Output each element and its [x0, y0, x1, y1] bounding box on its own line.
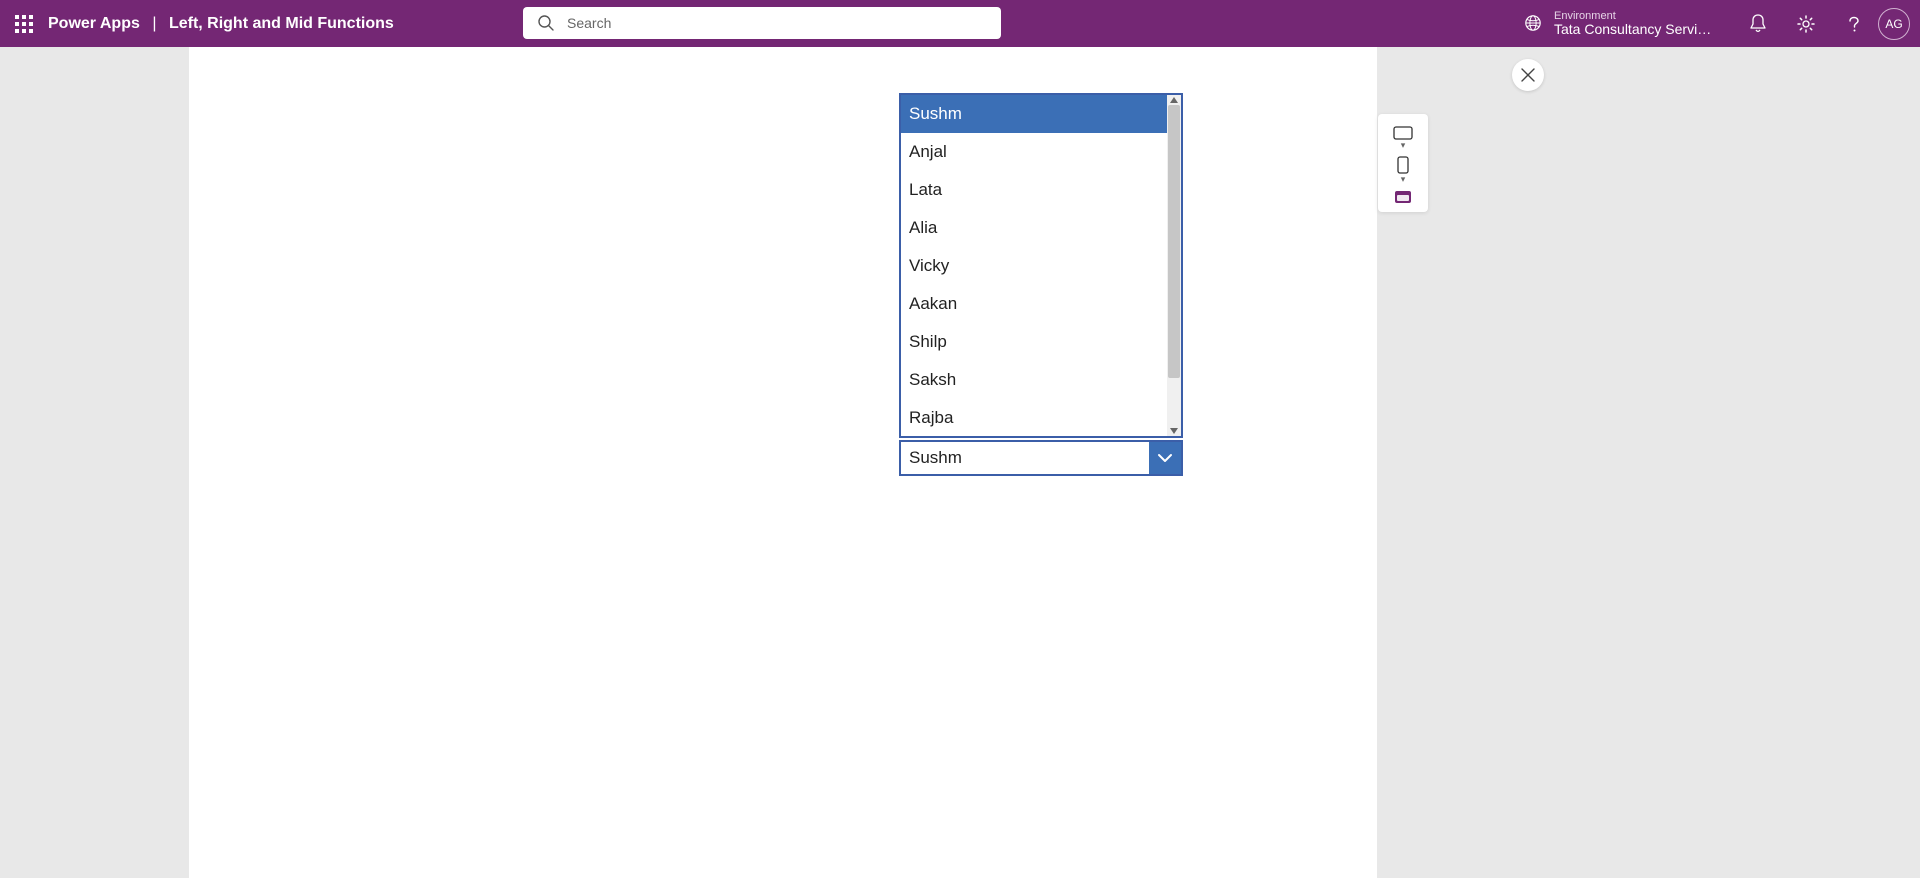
search-container	[523, 7, 1001, 39]
size-preview-button[interactable]	[1378, 186, 1428, 206]
environment-selector[interactable]: Environment Tata Consultancy Servic...	[1524, 10, 1714, 37]
list-item[interactable]: Vicky	[901, 247, 1181, 285]
settings-button[interactable]	[1782, 0, 1830, 47]
user-avatar[interactable]: AG	[1878, 8, 1910, 40]
list-item[interactable]: Lata	[901, 171, 1181, 209]
fit-to-window-icon	[1394, 190, 1412, 204]
list-item[interactable]: Alia	[901, 209, 1181, 247]
close-icon	[1521, 68, 1535, 82]
list-item[interactable]: Anjal	[901, 133, 1181, 171]
help-button[interactable]	[1830, 0, 1878, 47]
phone-icon	[1397, 156, 1409, 174]
list-item[interactable]: Rajba	[901, 399, 1181, 436]
waffle-icon	[15, 15, 33, 33]
scroll-up-button[interactable]	[1167, 95, 1181, 105]
triangle-down-icon	[1170, 428, 1178, 434]
chevron-down-icon: ▾	[1401, 141, 1406, 150]
phone-preview-button[interactable]: ▾	[1378, 152, 1428, 186]
header-right: Environment Tata Consultancy Servic... A…	[1524, 0, 1920, 47]
app-launcher-button[interactable]	[0, 15, 48, 33]
list-item[interactable]: Shilp	[901, 323, 1181, 361]
scroll-down-button[interactable]	[1167, 426, 1181, 436]
avatar-initials: AG	[1885, 17, 1902, 31]
environment-label: Environment	[1554, 10, 1714, 22]
tablet-preview-button[interactable]: ▾	[1378, 122, 1428, 152]
help-icon	[1845, 15, 1863, 33]
names-listbox[interactable]: SushmAnjalLataAliaVickyAakanShilpSakshRa…	[899, 93, 1183, 438]
names-dropdown[interactable]: Sushm	[899, 440, 1183, 476]
search-input[interactable]	[523, 7, 1001, 39]
list-item[interactable]: Sushm	[901, 95, 1181, 133]
listbox-scrollbar[interactable]	[1167, 95, 1181, 436]
chevron-down-icon: ▾	[1401, 175, 1406, 184]
bell-icon	[1749, 14, 1767, 34]
app-title: Power Apps | Left, Right and Mid Functio…	[48, 15, 394, 33]
title-separator: |	[152, 15, 156, 32]
notifications-button[interactable]	[1734, 0, 1782, 47]
app-canvas	[189, 47, 1377, 878]
environment-name: Tata Consultancy Servic...	[1554, 22, 1714, 37]
app-header: Power Apps | Left, Right and Mid Functio…	[0, 0, 1920, 47]
close-preview-button[interactable]	[1512, 59, 1544, 91]
dropdown-selected-value: Sushm	[901, 442, 1149, 474]
triangle-up-icon	[1170, 97, 1178, 103]
list-item[interactable]: Aakan	[901, 285, 1181, 323]
environment-text: Environment Tata Consultancy Servic...	[1554, 10, 1714, 37]
scroll-thumb[interactable]	[1168, 105, 1180, 378]
tablet-icon	[1393, 126, 1413, 140]
scroll-track[interactable]	[1167, 105, 1181, 426]
globe-icon	[1524, 14, 1542, 32]
list-item[interactable]: Saksh	[901, 361, 1181, 399]
device-preview-toolbar: ▾ ▾	[1378, 114, 1428, 212]
listbox-items-container: SushmAnjalLataAliaVickyAakanShilpSakshRa…	[901, 95, 1181, 436]
app-name: Power Apps	[48, 15, 140, 32]
gear-icon	[1796, 14, 1816, 34]
chevron-down-icon	[1156, 449, 1174, 467]
page-title: Left, Right and Mid Functions	[169, 15, 394, 32]
dropdown-toggle-button[interactable]	[1149, 442, 1181, 474]
